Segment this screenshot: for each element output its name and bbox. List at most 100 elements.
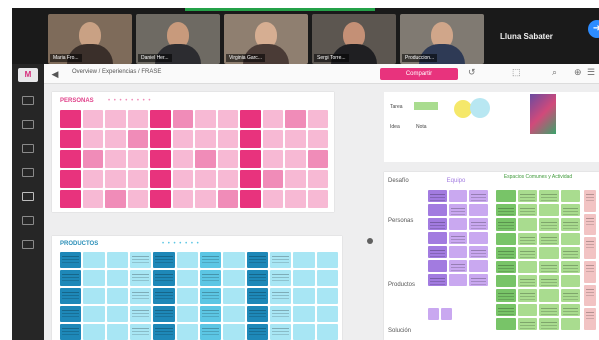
sticky-note[interactable] bbox=[428, 232, 447, 244]
sticky-note[interactable] bbox=[130, 288, 152, 304]
sticky-note[interactable] bbox=[200, 270, 222, 286]
sticky-note[interactable] bbox=[176, 306, 198, 322]
sticky-note[interactable] bbox=[560, 260, 580, 274]
sticky-note[interactable] bbox=[316, 252, 338, 268]
sticky-note[interactable] bbox=[285, 170, 306, 188]
sticky-note[interactable] bbox=[223, 324, 245, 340]
sticky-note[interactable] bbox=[316, 270, 338, 286]
canvas-handle[interactable] bbox=[367, 238, 373, 244]
sticky-note[interactable] bbox=[82, 150, 103, 168]
sticky-note[interactable] bbox=[246, 324, 268, 340]
sticky-note[interactable] bbox=[153, 270, 175, 286]
sticky-note[interactable] bbox=[428, 204, 447, 216]
sticky-note[interactable] bbox=[262, 150, 283, 168]
sticky-note[interactable] bbox=[584, 260, 596, 283]
sticky-note[interactable] bbox=[448, 232, 468, 244]
sticky-note[interactable] bbox=[240, 190, 261, 208]
sticky-note[interactable] bbox=[560, 218, 580, 231]
sticky-note[interactable] bbox=[153, 306, 175, 322]
sticky-note[interactable] bbox=[82, 110, 103, 128]
sticky-note[interactable] bbox=[217, 170, 238, 188]
sticky-note[interactable] bbox=[285, 150, 306, 168]
sticky-note[interactable] bbox=[105, 150, 126, 168]
sticky-note[interactable] bbox=[307, 190, 328, 208]
sticky-note[interactable] bbox=[60, 306, 82, 322]
sticky-note[interactable] bbox=[316, 288, 338, 304]
grid-icon[interactable] bbox=[22, 120, 34, 129]
zoom-icon[interactable]: ⊕ bbox=[574, 67, 582, 78]
sticky-note[interactable] bbox=[307, 110, 328, 128]
sticky-note[interactable] bbox=[83, 306, 105, 322]
sticky-note[interactable] bbox=[560, 289, 580, 302]
sticky-note[interactable] bbox=[441, 308, 452, 320]
sticky-note[interactable] bbox=[560, 204, 580, 217]
sticky-note[interactable] bbox=[448, 260, 468, 272]
sticky-note[interactable] bbox=[200, 252, 222, 268]
sticky-note[interactable] bbox=[539, 303, 559, 316]
sticky-note[interactable] bbox=[307, 170, 328, 188]
matrix-card[interactable]: Desafío Personas Productos Solución Equi… bbox=[384, 172, 599, 340]
sticky-note[interactable] bbox=[246, 252, 268, 268]
sticky-note[interactable] bbox=[130, 306, 152, 322]
sticky-note[interactable] bbox=[560, 190, 580, 203]
menu-icon[interactable]: ☰ bbox=[587, 67, 595, 78]
sticky-note[interactable] bbox=[428, 308, 439, 320]
sticky-note[interactable] bbox=[539, 246, 559, 259]
sticky-note[interactable] bbox=[127, 190, 148, 208]
sticky-note[interactable] bbox=[539, 289, 559, 302]
sticky-note[interactable] bbox=[469, 218, 488, 230]
sticky-note[interactable] bbox=[496, 218, 516, 231]
sticky-note[interactable] bbox=[200, 324, 222, 340]
sticky-note[interactable] bbox=[150, 190, 171, 208]
sticky-note[interactable] bbox=[223, 252, 245, 268]
sticky-note[interactable] bbox=[60, 190, 81, 208]
sticky-note[interactable] bbox=[150, 110, 171, 128]
sticky-note[interactable] bbox=[105, 190, 126, 208]
sticky-note[interactable] bbox=[496, 303, 516, 316]
comment-icon[interactable] bbox=[22, 216, 34, 225]
productos-sheet[interactable]: PRODUCTOS • • • • • • • bbox=[52, 236, 342, 340]
sticky-note[interactable] bbox=[246, 306, 268, 322]
sticky-note[interactable] bbox=[539, 218, 559, 231]
sticky-note[interactable] bbox=[60, 110, 81, 128]
sticky-note[interactable] bbox=[285, 130, 306, 148]
legend-panel[interactable]: Tarea Idea Nota bbox=[384, 92, 599, 162]
sticky-note[interactable] bbox=[428, 218, 447, 230]
sticky-note[interactable] bbox=[428, 246, 447, 258]
sticky-note[interactable] bbox=[496, 190, 516, 203]
sticky-note[interactable] bbox=[246, 288, 268, 304]
sticky-note[interactable] bbox=[82, 190, 103, 208]
sticky-note[interactable] bbox=[262, 110, 283, 128]
sticky-note[interactable] bbox=[517, 303, 537, 316]
sticky-note[interactable] bbox=[83, 324, 105, 340]
personas-sheet[interactable]: PERSONAS • • • • • • • • bbox=[52, 92, 334, 212]
sticky-note[interactable] bbox=[517, 246, 537, 259]
sticky-note[interactable] bbox=[217, 190, 238, 208]
sticky-note[interactable] bbox=[153, 288, 175, 304]
sticky-note[interactable] bbox=[448, 190, 468, 202]
sticky-note[interactable] bbox=[172, 170, 193, 188]
sticky-note[interactable] bbox=[448, 218, 468, 230]
sticky-note[interactable] bbox=[496, 275, 516, 288]
sticky-note[interactable] bbox=[195, 110, 216, 128]
sticky-note[interactable] bbox=[83, 270, 105, 286]
sticky-note[interactable] bbox=[105, 110, 126, 128]
sticky-note[interactable] bbox=[130, 324, 152, 340]
sticky-note[interactable] bbox=[217, 150, 238, 168]
sticky-note[interactable] bbox=[584, 190, 596, 212]
sticky-note[interactable] bbox=[172, 130, 193, 148]
sticky-note[interactable] bbox=[82, 170, 103, 188]
sticky-note[interactable] bbox=[517, 232, 537, 245]
sticky-note[interactable] bbox=[496, 204, 516, 217]
sticky-note[interactable] bbox=[153, 324, 175, 340]
frame-icon[interactable] bbox=[22, 96, 34, 105]
participant-tile[interactable]: Maria Fro... bbox=[48, 14, 132, 64]
sticky-note[interactable] bbox=[195, 150, 216, 168]
sticky-note[interactable] bbox=[176, 288, 198, 304]
sticky-note[interactable] bbox=[285, 190, 306, 208]
sticky-note[interactable] bbox=[200, 306, 222, 322]
sticky-note[interactable] bbox=[307, 130, 328, 148]
sticky-note[interactable] bbox=[150, 170, 171, 188]
sticky-note[interactable] bbox=[83, 252, 105, 268]
sticky-note[interactable] bbox=[496, 260, 516, 274]
